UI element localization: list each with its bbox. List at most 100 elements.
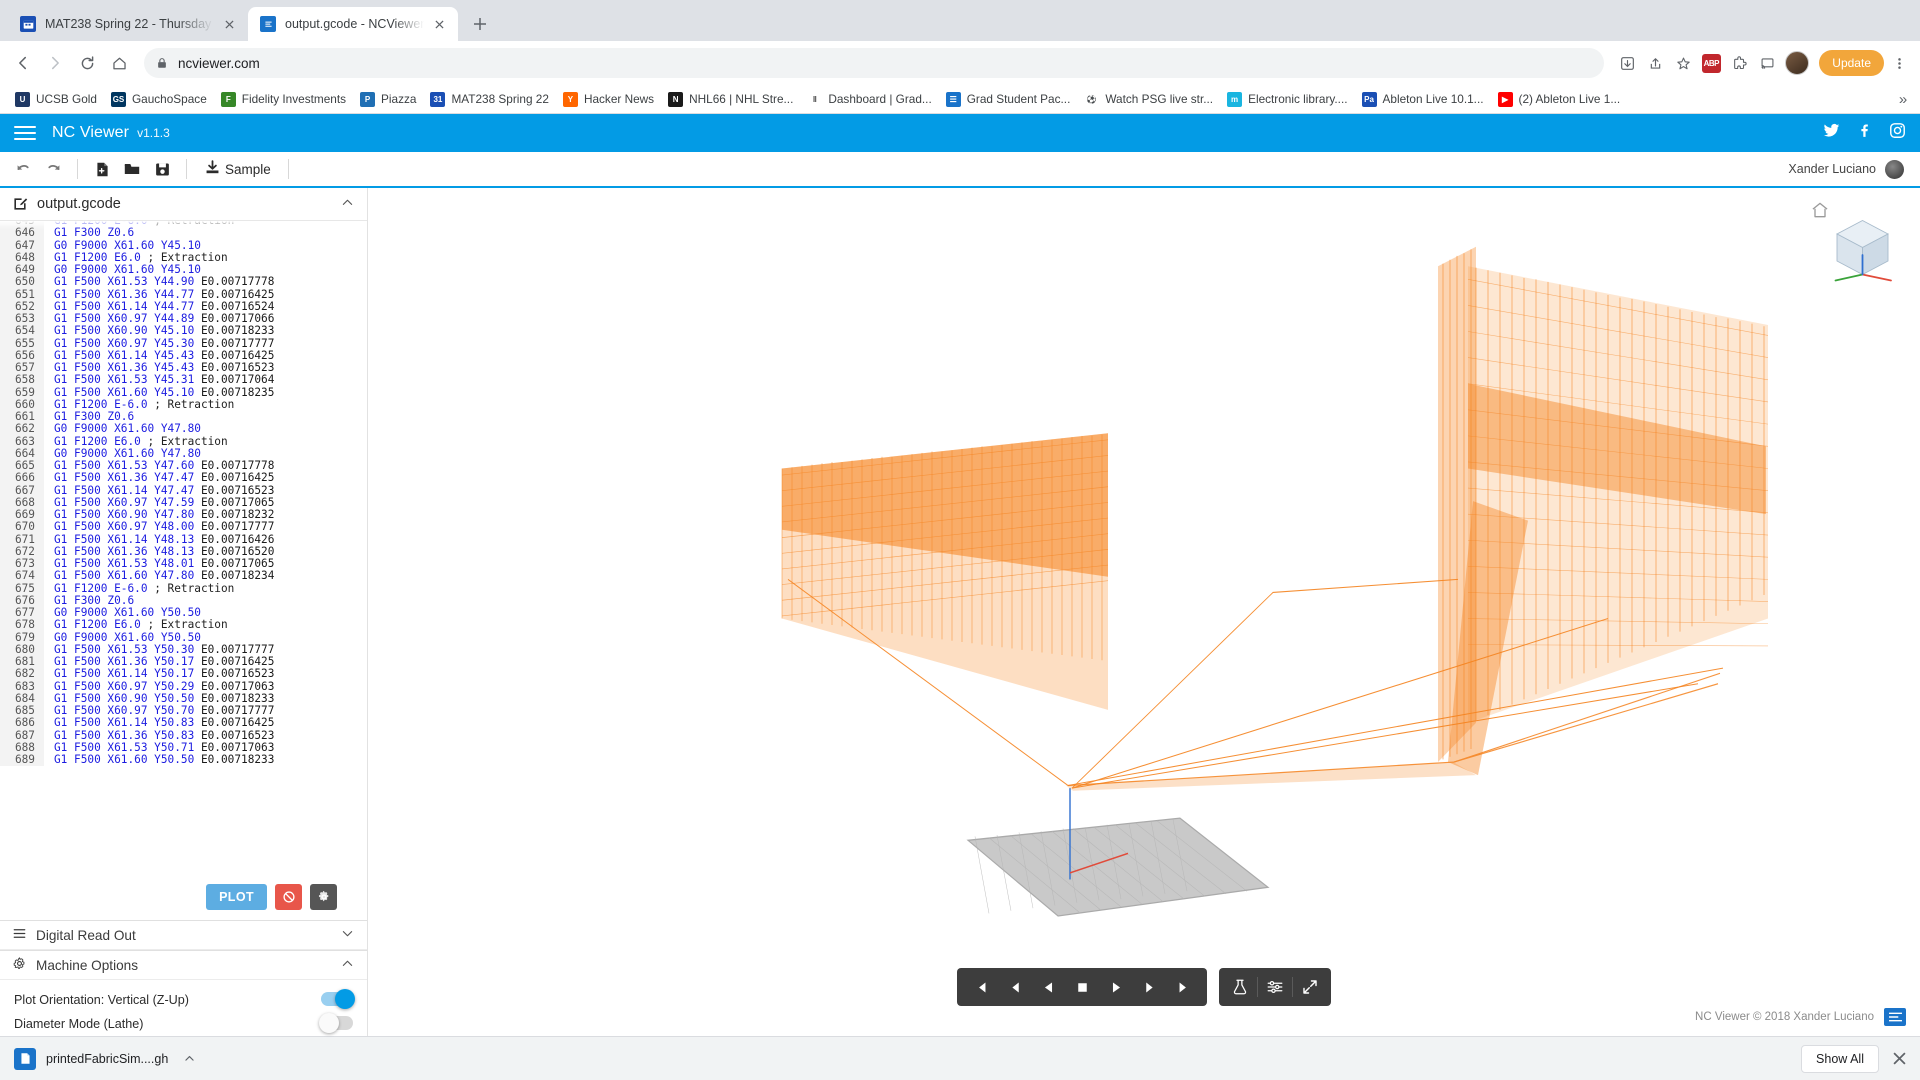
show-all-button[interactable]: Show All	[1801, 1044, 1879, 1073]
bookmark-item[interactable]: P Piazza	[353, 89, 423, 110]
bookmark-item[interactable]: Pa Ableton Live 10.1...	[1355, 89, 1491, 110]
bookmark-favicon: ▶	[1497, 91, 1513, 107]
new-tab-button[interactable]	[466, 10, 494, 38]
bookmark-item[interactable]: GS GauchoSpace	[104, 89, 214, 110]
sliders-icon[interactable]	[1258, 968, 1292, 1006]
bookmark-label: Hacker News	[583, 92, 655, 106]
toolpath-slab-front	[781, 433, 1109, 710]
bookmark-item[interactable]: ⚽ Watch PSG live str...	[1077, 89, 1220, 110]
open-folder-icon[interactable]	[119, 156, 145, 182]
profile-avatar[interactable]	[1785, 51, 1810, 75]
user-info[interactable]: Xander Luciano	[1788, 159, 1910, 179]
chevron-up-icon[interactable]	[178, 1048, 200, 1070]
expand-arrows-icon[interactable]	[1293, 968, 1327, 1006]
step-forward-button[interactable]	[1133, 968, 1167, 1006]
toggle-switch[interactable]	[321, 988, 355, 1009]
close-icon[interactable]	[430, 15, 448, 33]
gcode-line-number: 663	[0, 435, 44, 448]
gear-icon[interactable]	[310, 884, 337, 910]
bookmark-item[interactable]: Y Hacker News	[556, 89, 661, 110]
step-back-button[interactable]	[997, 968, 1031, 1006]
redo-icon[interactable]	[40, 156, 66, 182]
stop-prohibited-icon[interactable]	[275, 884, 302, 910]
gcode-line[interactable]: 675 G1 F1200 E-6.0 ; Retraction	[0, 581, 367, 595]
instagram-icon[interactable]	[1889, 122, 1906, 144]
app-header: NC Viewer v1.1.3	[0, 114, 1920, 152]
adblock-plus-icon[interactable]: ABP	[1698, 50, 1724, 76]
browser-tab-0[interactable]: MAT238 Spring 22 - Thursday ...	[8, 7, 248, 41]
bookmark-item[interactable]: N NHL66 | NHL Stre...	[661, 89, 800, 110]
toggle-switch[interactable]	[319, 1012, 353, 1033]
gcode-line-number: 674	[0, 569, 44, 583]
gcode-line-number: 651	[0, 288, 44, 301]
bookmark-item[interactable]: m Electronic library....	[1220, 89, 1354, 110]
editor-panel-header[interactable]: output.gcode	[0, 188, 367, 221]
extensions-icon[interactable]	[1726, 50, 1752, 76]
downloads-bar: printedFabricSim....gh Show All	[0, 1036, 1920, 1080]
bookmark-favicon: Y	[562, 91, 578, 107]
bookmark-item[interactable]: 31 MAT238 Spring 22	[423, 89, 556, 110]
view-orientation-cube[interactable]	[1825, 210, 1900, 285]
close-icon[interactable]	[220, 15, 238, 33]
skip-to-start-button[interactable]	[963, 968, 997, 1006]
bookmark-favicon: m	[1227, 91, 1243, 107]
bookmark-item[interactable]: F Fidelity Investments	[214, 89, 353, 110]
machine-options-header[interactable]: Machine Options	[0, 951, 367, 980]
social-links	[1823, 122, 1906, 144]
new-file-icon[interactable]	[89, 156, 115, 182]
user-avatar	[1885, 159, 1904, 179]
gcode-line-number: 658	[0, 373, 44, 387]
cast-icon[interactable]	[1754, 50, 1780, 76]
undo-icon[interactable]	[10, 156, 36, 182]
reload-icon[interactable]	[72, 48, 102, 78]
flask-tool-button[interactable]	[1223, 968, 1257, 1006]
gcode-editor[interactable]: 645G1 F1200 E-6.0 ; Retraction646G1 F300…	[0, 221, 367, 920]
save-disk-icon[interactable]	[149, 156, 175, 182]
install-app-icon[interactable]	[1614, 50, 1640, 76]
hamburger-menu-icon[interactable]	[14, 126, 36, 140]
home-icon[interactable]	[104, 48, 134, 78]
gcode-line[interactable]: 646 G1 F300 Z0.6	[0, 226, 367, 240]
gcode-line-number: 675	[0, 582, 44, 595]
bookmark-item[interactable]: U UCSB Gold	[8, 89, 104, 110]
forward-icon[interactable]	[40, 48, 70, 78]
chevron-down-icon[interactable]	[340, 926, 355, 944]
gcode-line[interactable]: 678 G1 F1200 E6.0 ; Extraction	[0, 618, 367, 632]
chevron-double-right-icon[interactable]: »	[1892, 91, 1914, 108]
gcode-line-number: 682	[0, 667, 44, 681]
sample-button[interactable]: Sample	[198, 156, 277, 182]
update-button[interactable]: Update	[1819, 50, 1884, 76]
bookmark-item[interactable]: ▶ (2) Ableton Live 1...	[1491, 89, 1628, 110]
gcode-line-number: 689	[0, 753, 44, 767]
star-icon[interactable]	[1670, 50, 1696, 76]
app-title: NC Viewer	[52, 124, 130, 141]
share-icon[interactable]	[1642, 50, 1668, 76]
digital-read-out-header[interactable]: Digital Read Out	[0, 921, 367, 950]
chevron-up-icon[interactable]	[340, 195, 355, 214]
gcode-line-number: 650	[0, 275, 44, 289]
skip-to-end-button[interactable]	[1167, 968, 1201, 1006]
close-icon[interactable]	[1893, 1052, 1906, 1065]
bookmark-item[interactable]: ‖ Dashboard | Grad...	[800, 89, 938, 110]
gcode-line[interactable]: 663 G1 F1200 E6.0 ; Extraction	[0, 435, 367, 448]
twitter-icon[interactable]	[1823, 122, 1840, 144]
3d-viewport[interactable]: NC Viewer © 2018 Xander Luciano	[368, 188, 1920, 1036]
chevron-up-icon[interactable]	[340, 956, 355, 974]
facebook-icon[interactable]	[1856, 122, 1873, 144]
bookmark-item[interactable]: ☰ Grad Student Pac...	[939, 89, 1078, 110]
gcode-line[interactable]: 689 G1 F500 X61.60 Y50.50 E0.00718233	[0, 753, 367, 767]
gcode-line-text: G1 F1200 E-6.0 ; Retraction	[54, 581, 235, 595]
toolbar-actions: ABP Update	[1614, 50, 1912, 76]
plot-button[interactable]: PLOT	[206, 884, 267, 910]
address-bar[interactable]: ncviewer.com	[144, 48, 1605, 78]
machine-options-label: Machine Options	[36, 957, 139, 973]
kebab-menu-icon[interactable]	[1886, 50, 1912, 76]
bookmark-favicon: F	[220, 91, 236, 107]
app-version: v1.1.3	[137, 126, 170, 140]
play-button[interactable]	[1099, 968, 1133, 1006]
reverse-play-button[interactable]	[1031, 968, 1065, 1006]
stop-button[interactable]	[1065, 968, 1099, 1006]
browser-tab-1[interactable]: output.gcode - NCViewer	[248, 7, 459, 41]
back-icon[interactable]	[8, 48, 38, 78]
download-item[interactable]: printedFabricSim....gh	[14, 1047, 200, 1070]
